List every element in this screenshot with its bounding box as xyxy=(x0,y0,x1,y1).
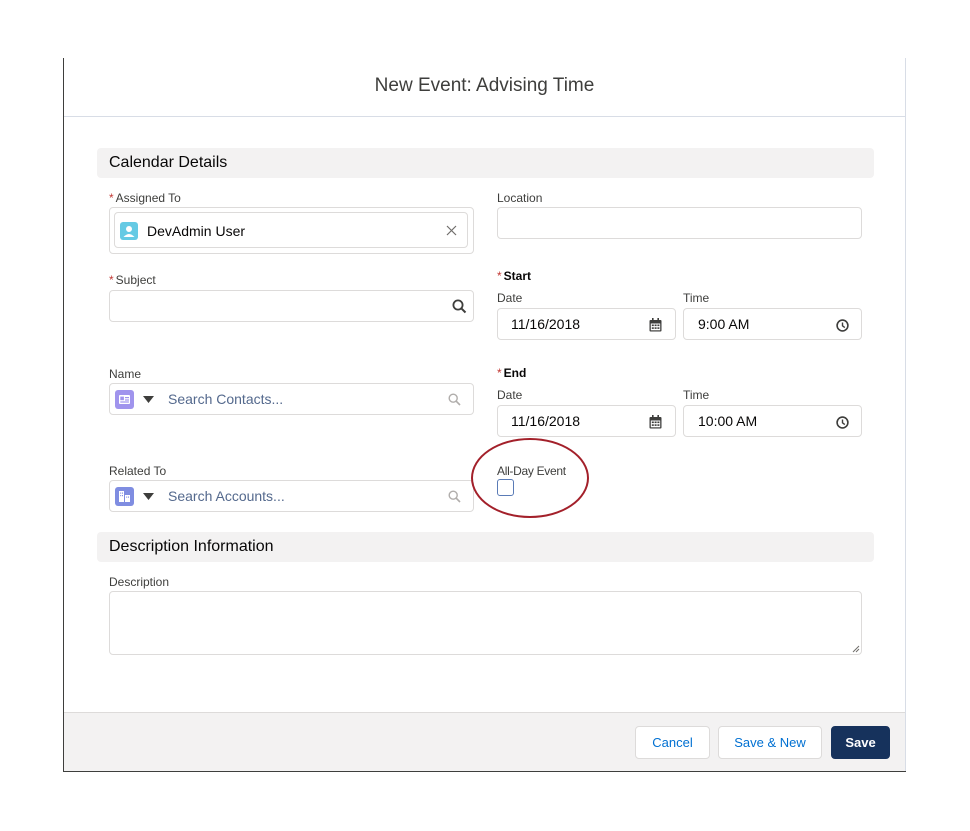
calendar-icon[interactable] xyxy=(649,415,662,429)
related-to-lookup[interactable]: Search Accounts... xyxy=(109,480,474,512)
close-icon[interactable] xyxy=(446,225,457,236)
subject-input[interactable] xyxy=(109,290,474,322)
start-time-value: 9:00 AM xyxy=(698,316,750,332)
related-to-placeholder: Search Accounts... xyxy=(168,488,285,504)
clock-icon[interactable] xyxy=(836,416,849,429)
search-icon[interactable] xyxy=(448,490,461,503)
end-time-value: 10:00 AM xyxy=(698,413,758,429)
search-icon[interactable] xyxy=(448,393,461,406)
start-date-input[interactable]: 11/16/2018 xyxy=(497,308,676,340)
end-date-value: 11/16/2018 xyxy=(511,413,581,429)
required-mark: * xyxy=(109,273,114,287)
description-label: Description xyxy=(109,575,170,589)
end-label-text: End xyxy=(503,366,527,380)
resize-handle-icon[interactable] xyxy=(852,645,860,653)
end-label: * End xyxy=(497,366,526,380)
down-triangle-icon[interactable] xyxy=(143,396,154,404)
modal-right-border xyxy=(905,58,906,771)
assigned-to-value: DevAdmin User xyxy=(147,223,246,239)
end-date-input[interactable]: 11/16/2018 xyxy=(497,405,676,437)
account-icon xyxy=(115,487,134,506)
start-time-label: Time xyxy=(683,291,710,305)
cancel-button[interactable]: Cancel xyxy=(635,726,710,759)
name-label: Name xyxy=(109,367,142,381)
end-time-label: Time xyxy=(683,388,710,402)
calendar-details-title: Calendar Details xyxy=(109,154,228,171)
calendar-details-section-header[interactable]: Calendar Details xyxy=(97,148,874,178)
clock-icon[interactable] xyxy=(836,319,849,332)
required-mark: * xyxy=(497,366,502,380)
search-icon[interactable] xyxy=(452,299,467,314)
required-mark: * xyxy=(497,269,502,283)
start-date-value: 11/16/2018 xyxy=(511,316,581,332)
modal-title: New Event: Advising Time xyxy=(374,75,595,96)
description-information-title: Description Information xyxy=(109,538,274,555)
down-triangle-icon[interactable] xyxy=(143,493,154,501)
end-date-label: Date xyxy=(497,388,523,402)
assigned-to-label: * Assigned To xyxy=(109,191,181,205)
modal-header: New Event: Advising Time xyxy=(64,58,905,117)
start-time-input[interactable]: 9:00 AM xyxy=(683,308,862,340)
start-date-label: Date xyxy=(497,291,523,305)
assigned-to-pill[interactable]: DevAdmin User xyxy=(114,212,468,248)
description-textarea[interactable] xyxy=(109,591,862,655)
save-button[interactable]: Save xyxy=(831,726,890,759)
location-input[interactable] xyxy=(497,207,862,239)
name-placeholder: Search Contacts... xyxy=(168,391,284,407)
calendar-icon[interactable] xyxy=(649,318,662,332)
subject-label: * Subject xyxy=(109,273,156,287)
modal-bottom-border xyxy=(63,771,906,772)
annotation-highlight-circle xyxy=(471,438,589,518)
start-label: * Start xyxy=(497,269,531,283)
end-time-input[interactable]: 10:00 AM xyxy=(683,405,862,437)
user-avatar-icon xyxy=(120,222,138,240)
assigned-to-label-text: Assigned To xyxy=(115,191,181,205)
modal-left-border xyxy=(63,58,64,771)
save-and-new-button[interactable]: Save & New xyxy=(718,726,822,759)
related-to-label: Related To xyxy=(109,464,167,478)
subject-label-text: Subject xyxy=(115,273,156,287)
description-information-section-header[interactable]: Description Information xyxy=(97,532,874,562)
start-label-text: Start xyxy=(503,269,532,283)
name-lookup[interactable]: Search Contacts... xyxy=(109,383,474,415)
contact-icon xyxy=(115,390,134,409)
location-label: Location xyxy=(497,191,543,205)
required-mark: * xyxy=(109,191,114,205)
